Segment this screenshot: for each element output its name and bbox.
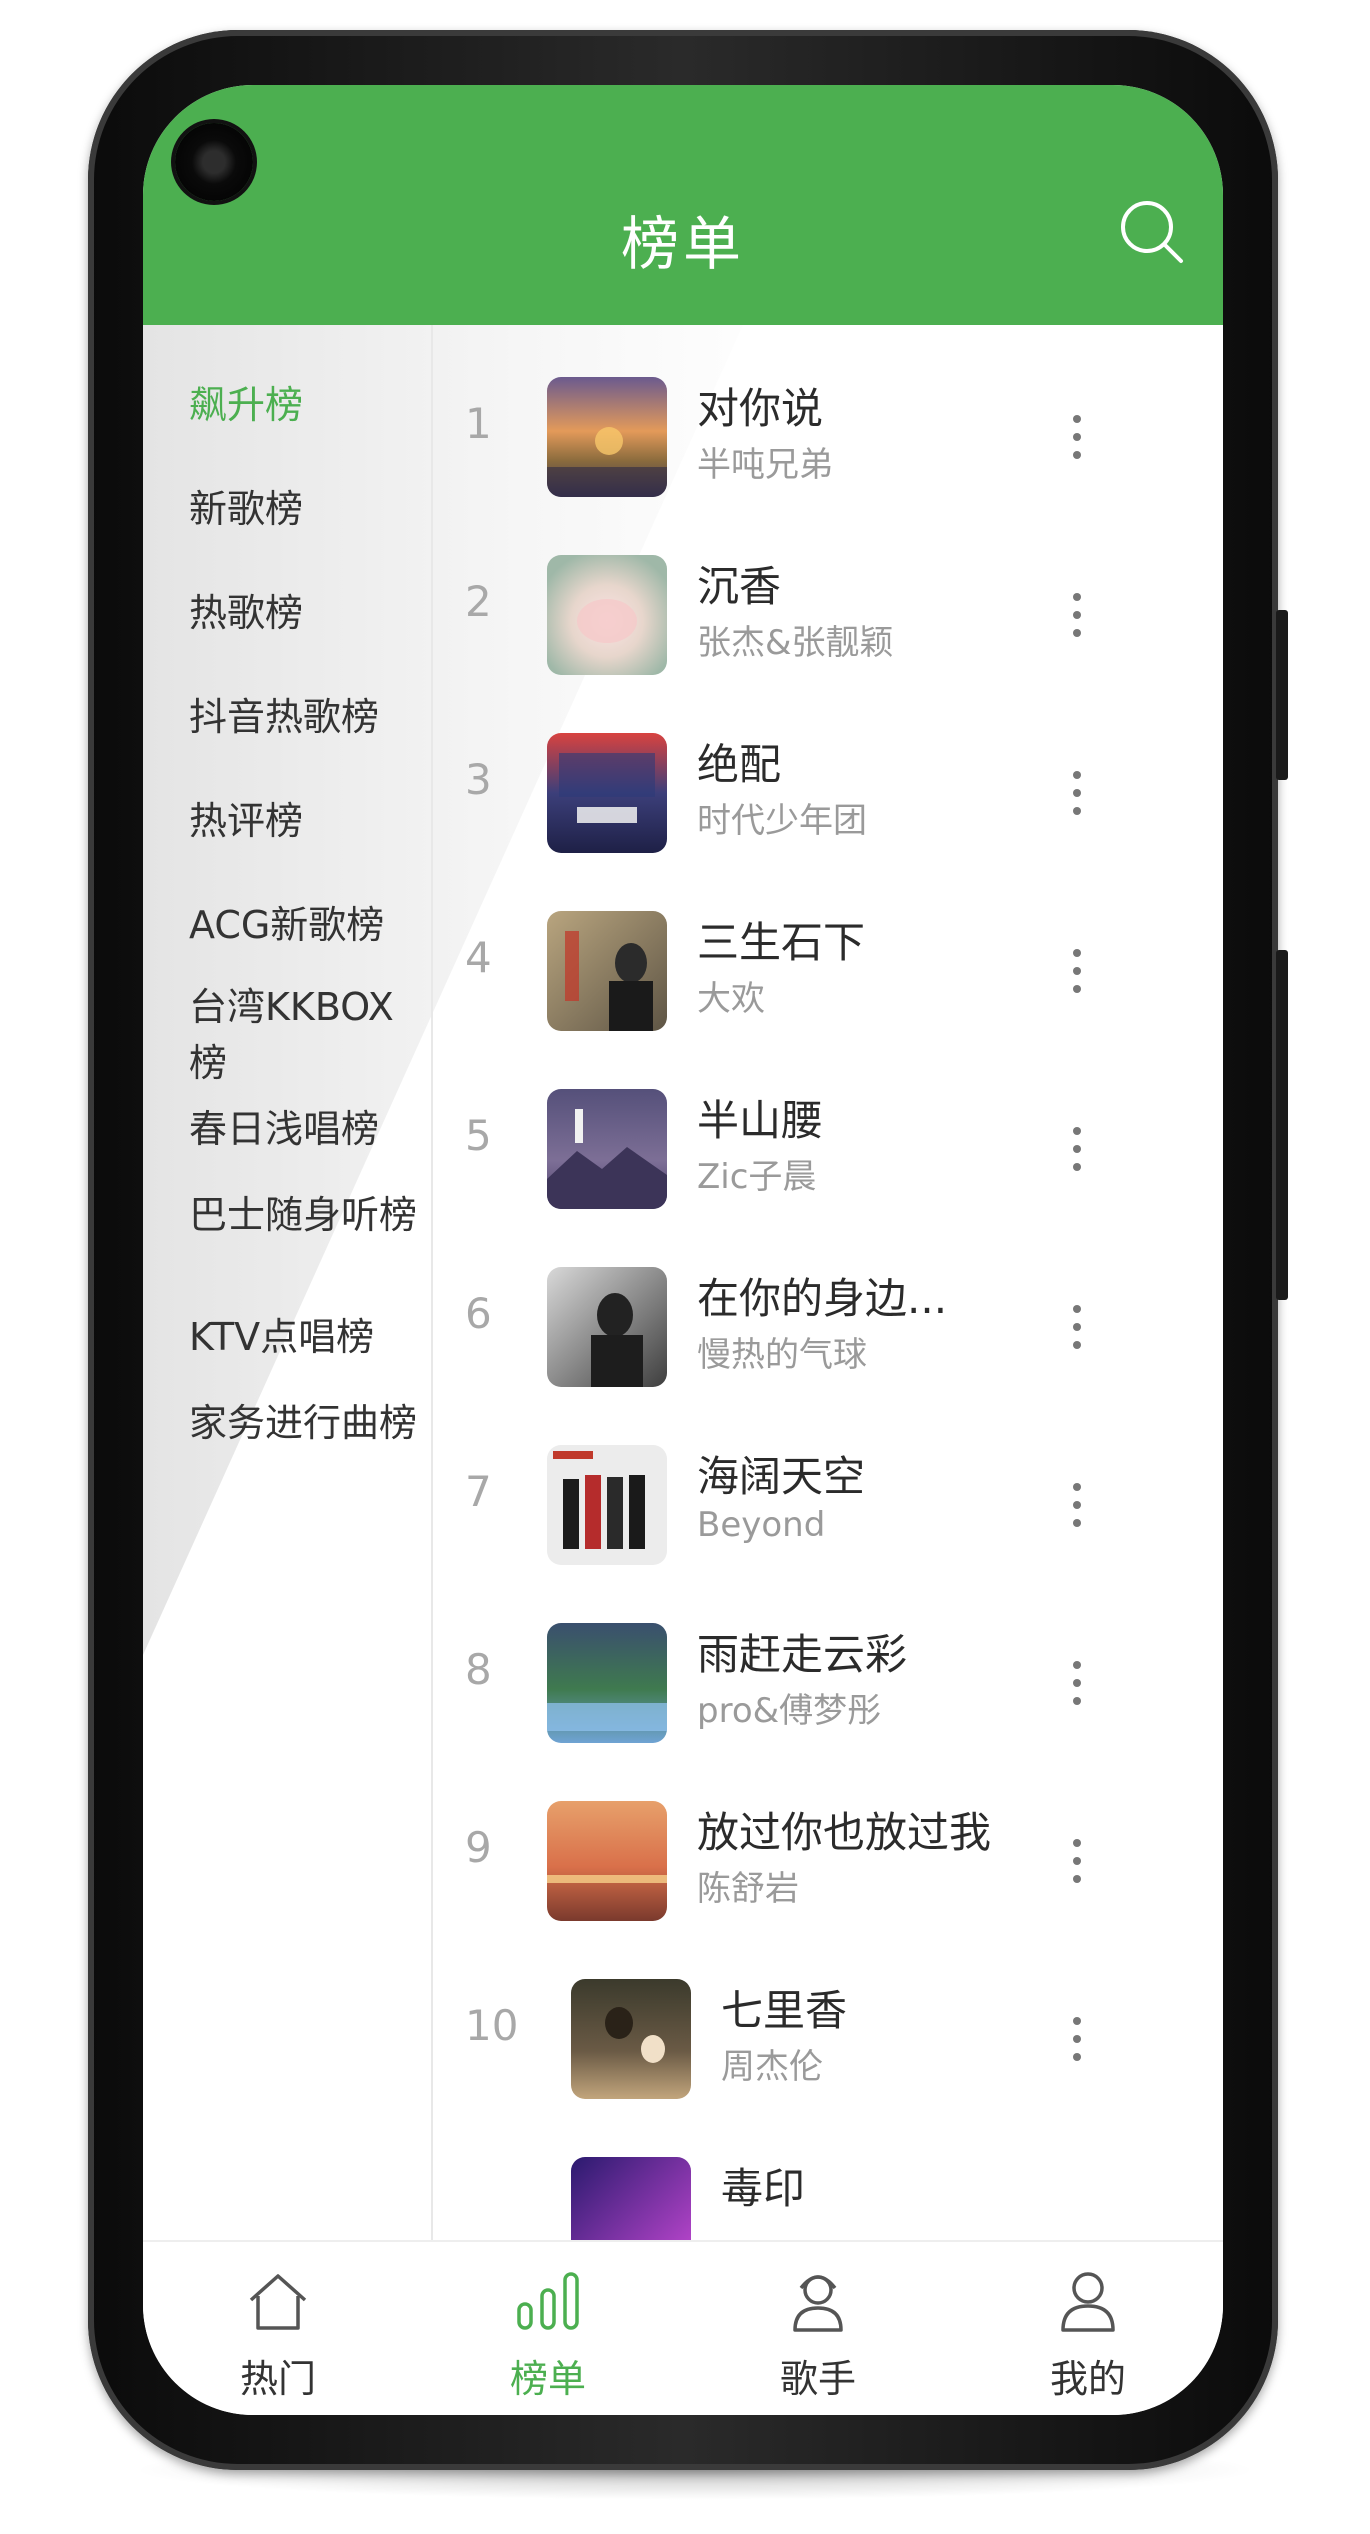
song-rank: 2	[465, 577, 492, 626]
album-cover	[547, 733, 667, 853]
nav-tab-mine[interactable]: 我的	[953, 2242, 1223, 2415]
song-rank: 6	[465, 1289, 492, 1338]
phone-screen: 榜单 飙升榜 新歌榜 热歌榜 抖音热歌榜 热评榜 ACG新歌榜 台湾KKBOX榜…	[143, 85, 1223, 2415]
song-row[interactable]: 5 半山腰 Zic子晨	[435, 1059, 1223, 1237]
song-artist: 张杰&张靓颖	[697, 623, 894, 663]
song-title: 海阔天空	[697, 1452, 866, 1501]
category-item-kkbox[interactable]: 台湾KKBOX榜	[189, 979, 429, 1091]
album-cover	[547, 1623, 667, 1743]
more-options-icon[interactable]	[1065, 1297, 1089, 1357]
more-options-icon[interactable]	[1065, 1831, 1089, 1891]
song-title: 绝配	[697, 740, 782, 789]
category-item-hot-comments[interactable]: 热评榜	[189, 793, 429, 849]
song-title: 在你的身边...	[697, 1274, 948, 1323]
song-title: 沉香	[697, 562, 782, 611]
more-options-icon[interactable]	[1065, 941, 1089, 1001]
search-icon[interactable]	[1117, 197, 1187, 267]
page-title: 榜单	[620, 210, 745, 278]
category-item-bus[interactable]: 巴士随身听榜	[189, 1187, 429, 1243]
song-row[interactable]: 8 雨赶走云彩 pro&傅梦彤	[435, 1593, 1223, 1771]
song-row[interactable]: 1 对你说 半吨兄弟	[435, 347, 1223, 525]
song-artist: 周杰伦	[721, 2047, 823, 2087]
more-options-icon[interactable]	[1065, 1653, 1089, 1713]
song-title: 雨赶走云彩	[697, 1630, 908, 1679]
song-artist: Beyond	[697, 1505, 826, 1545]
category-sidebar[interactable]: 飙升榜 新歌榜 热歌榜 抖音热歌榜 热评榜 ACG新歌榜 台湾KKBOX榜 春日…	[143, 325, 433, 2240]
nav-label: 热门	[239, 2357, 316, 2401]
song-rank: 9	[465, 1823, 492, 1872]
profile-icon	[1053, 2266, 1123, 2336]
more-options-icon[interactable]	[1065, 407, 1089, 467]
song-title: 对你说	[697, 384, 824, 433]
category-item-spring[interactable]: 春日浅唱榜	[189, 1101, 429, 1157]
more-options-icon[interactable]	[1065, 1475, 1089, 1535]
category-item-soaring[interactable]: 飙升榜	[189, 377, 429, 433]
more-options-icon[interactable]	[1065, 2009, 1089, 2069]
song-row[interactable]: 9 放过你也放过我 陈舒岩	[435, 1771, 1223, 1949]
album-cover	[547, 1267, 667, 1387]
song-artist: 时代少年团	[697, 801, 867, 841]
album-cover	[547, 1445, 667, 1565]
album-cover	[571, 1979, 691, 2099]
album-cover	[547, 1801, 667, 1921]
song-artist: pro&傅梦彤	[697, 1691, 882, 1731]
category-item-new-songs[interactable]: 新歌榜	[189, 481, 429, 537]
nav-label: 榜单	[509, 2357, 586, 2401]
power-button	[1276, 610, 1288, 780]
content-area: 飙升榜 新歌榜 热歌榜 抖音热歌榜 热评榜 ACG新歌榜 台湾KKBOX榜 春日…	[143, 325, 1223, 2240]
more-options-icon[interactable]	[1065, 763, 1089, 823]
song-row[interactable]: 2 沉香 张杰&张靓颖	[435, 525, 1223, 703]
song-artist: 半吨兄弟	[697, 445, 833, 485]
nav-tab-hot[interactable]: 热门	[143, 2242, 413, 2415]
category-item-ktv[interactable]: KTV点唱榜	[189, 1309, 429, 1365]
nav-label: 我的	[1049, 2357, 1126, 2401]
volume-button	[1276, 950, 1288, 1300]
song-artist: Zic子晨	[697, 1157, 817, 1197]
album-cover	[547, 377, 667, 497]
song-title: 放过你也放过我	[697, 1808, 992, 1857]
more-options-icon[interactable]	[1065, 1119, 1089, 1179]
song-row[interactable]: 毒印	[435, 2127, 1223, 2240]
category-item-housework[interactable]: 家务进行曲榜	[189, 1395, 429, 1451]
album-cover	[547, 555, 667, 675]
front-camera	[175, 123, 253, 201]
album-cover	[547, 1089, 667, 1209]
song-title: 毒印	[721, 2164, 806, 2213]
nav-label: 歌手	[779, 2357, 856, 2401]
song-row[interactable]: 6 在你的身边... 慢热的气球	[435, 1237, 1223, 1415]
song-rank: 7	[465, 1467, 492, 1516]
more-options-icon[interactable]	[1065, 585, 1089, 645]
song-row[interactable]: 10 七里香 周杰伦	[435, 1949, 1223, 2127]
bottom-navigation: 热门 榜单 歌手 我的	[143, 2240, 1223, 2415]
nav-tab-singers[interactable]: 歌手	[683, 2242, 953, 2415]
song-row[interactable]: 7 海阔天空 Beyond	[435, 1415, 1223, 1593]
song-artist: 慢热的气球	[697, 1335, 867, 1375]
chart-bars-icon	[513, 2266, 583, 2336]
song-title: 七里香	[721, 1986, 848, 2035]
song-artist: 大欢	[697, 979, 765, 1019]
song-rank: 5	[465, 1111, 492, 1160]
song-title: 三生石下	[697, 918, 866, 967]
category-item-douyin[interactable]: 抖音热歌榜	[189, 689, 429, 745]
song-rank: 3	[465, 755, 492, 804]
song-artist: 陈舒岩	[697, 1869, 799, 1909]
song-rank: 8	[465, 1645, 492, 1694]
home-icon	[243, 2266, 313, 2336]
category-item-hot-songs[interactable]: 热歌榜	[189, 585, 429, 641]
phone-frame: 榜单 飙升榜 新歌榜 热歌榜 抖音热歌榜 热评榜 ACG新歌榜 台湾KKBOX榜…	[88, 30, 1288, 2470]
song-rank: 1	[465, 399, 492, 448]
app-header: 榜单	[143, 85, 1223, 325]
singer-icon	[783, 2266, 853, 2336]
album-cover	[547, 911, 667, 1031]
album-cover	[571, 2157, 691, 2240]
song-title: 半山腰	[697, 1096, 824, 1145]
song-row[interactable]: 3 绝配 时代少年团	[435, 703, 1223, 881]
song-row[interactable]: 4 三生石下 大欢	[435, 881, 1223, 1059]
category-item-acg[interactable]: ACG新歌榜	[189, 897, 429, 953]
song-rank: 4	[465, 933, 492, 982]
nav-tab-charts[interactable]: 榜单	[413, 2242, 683, 2415]
song-rank: 10	[465, 2001, 519, 2050]
